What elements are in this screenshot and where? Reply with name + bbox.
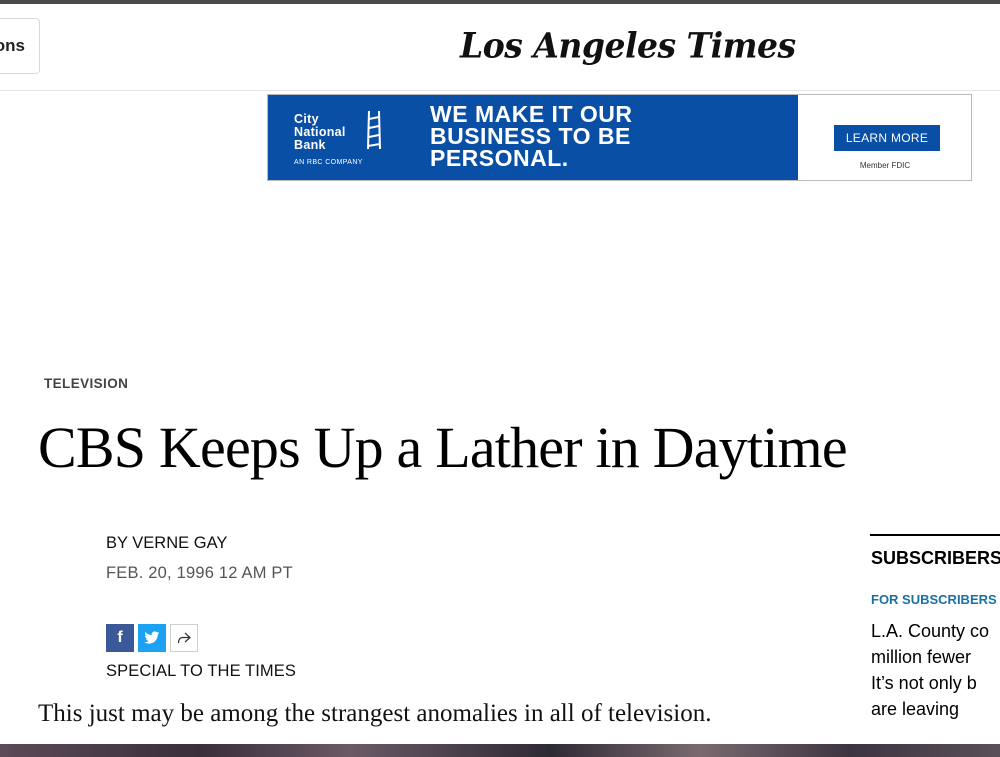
bottom-media-strip xyxy=(0,744,1000,757)
ad-cta-panel: LEARN MORE Member FDIC xyxy=(798,95,971,180)
twitter-share-button[interactable] xyxy=(138,624,166,652)
ad-blue-panel: City National Bank AN RBC COMPANY WE MAK… xyxy=(268,95,798,180)
share-button[interactable] xyxy=(170,624,198,652)
ad-bank-line: City xyxy=(294,112,319,126)
twitter-icon xyxy=(144,631,160,644)
ad-headline-line: BUSINESS TO BE xyxy=(430,123,631,149)
share-icon xyxy=(177,632,191,644)
sidebar-rule xyxy=(870,534,1000,536)
publish-date: FEB. 20, 1996 12 AM PT xyxy=(106,564,293,582)
learn-more-button[interactable]: LEARN MORE xyxy=(834,125,940,151)
article-headline: CBS Keeps Up a Lather in Daytime xyxy=(38,415,848,480)
special-to-the-times: SPECIAL TO THE TIMES xyxy=(106,662,296,680)
byline[interactable]: BY VERNE GAY xyxy=(106,534,227,553)
sidebar-title: SUBSCRIBERS xyxy=(871,548,1000,568)
site-header: ons Los Angeles Times xyxy=(0,4,1000,91)
ad-bank-logo: City National Bank AN RBC COMPANY xyxy=(294,113,363,169)
ad-headline: WE MAKE IT OUR BUSINESS TO BE PERSONAL. xyxy=(430,101,633,171)
ad-headline-line: WE MAKE IT OUR xyxy=(430,101,633,127)
facebook-icon: f xyxy=(117,629,123,646)
ad-headline-line: PERSONAL. xyxy=(430,145,569,171)
sidebar-story-line: million fewer xyxy=(871,647,972,667)
sidebar-story-line: are leaving xyxy=(871,699,960,719)
ad-fdic-text: Member FDIC xyxy=(859,161,911,170)
sidebar-story-line: L.A. County co xyxy=(871,621,990,641)
facebook-share-button[interactable]: f xyxy=(106,624,134,652)
section-kicker[interactable]: TELEVISION xyxy=(44,376,128,391)
sidebar-story-link[interactable]: L.A. County co million fewer It’s not on… xyxy=(871,618,1000,722)
site-logo[interactable]: Los Angeles Times xyxy=(460,25,796,71)
sections-button[interactable]: ons xyxy=(0,18,40,74)
ad-bank-sub: AN RBC COMPANY xyxy=(294,159,363,166)
sidebar-kicker[interactable]: FOR SUBSCRIBERS xyxy=(871,592,997,607)
advertisement-banner[interactable]: City National Bank AN RBC COMPANY WE MAK… xyxy=(267,94,972,181)
ad-bank-line: National xyxy=(294,125,346,139)
share-bar: f xyxy=(106,624,198,652)
ladder-icon xyxy=(367,110,381,150)
sidebar-story-line: It’s not only b xyxy=(871,673,977,693)
article-first-paragraph: This just may be among the strangest ano… xyxy=(38,700,712,727)
sections-button-label: ons xyxy=(0,36,25,55)
ad-bank-line: Bank xyxy=(294,138,326,152)
